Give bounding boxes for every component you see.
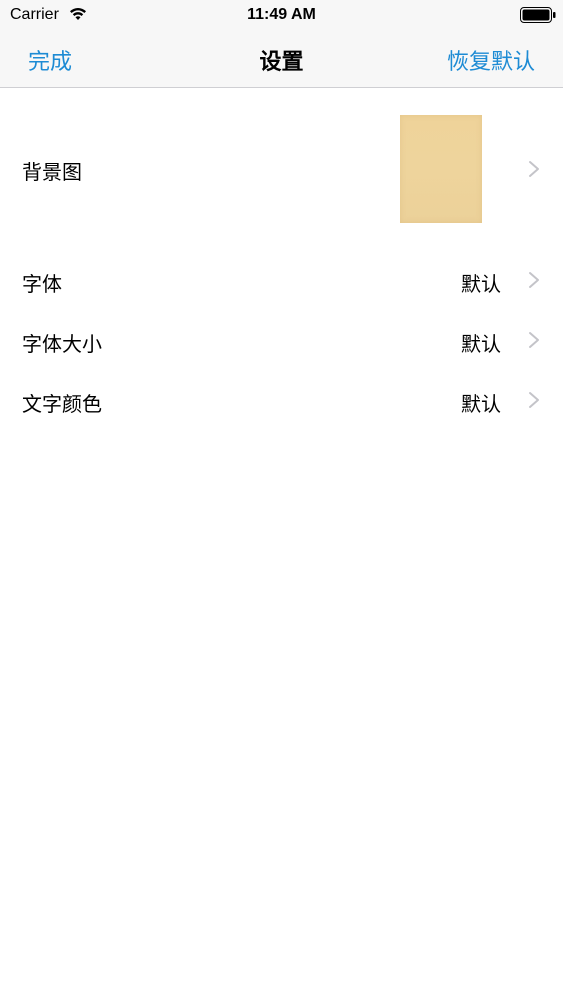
chevron-right-icon <box>529 161 539 177</box>
chevron-right-icon <box>529 272 539 288</box>
setting-value-text-color: 默认 <box>461 392 501 416</box>
setting-value-font: 默认 <box>461 272 501 296</box>
chevron-right-icon <box>529 392 539 408</box>
restore-defaults-button[interactable]: 恢复默认 <box>447 44 535 76</box>
setting-row-font-size[interactable]: 字体大小 默认 <box>0 310 563 370</box>
navigation-bar: 完成 设置 恢复默认 <box>0 30 563 88</box>
chevron-right-icon <box>529 332 539 348</box>
battery-icon <box>520 7 556 23</box>
setting-label-font-size: 字体大小 <box>22 332 102 356</box>
setting-label-font: 字体 <box>22 272 62 296</box>
background-preview-image <box>400 115 482 223</box>
setting-label-background: 背景图 <box>22 160 82 184</box>
status-bar: Carrier 11:49 AM <box>0 0 563 30</box>
clock: 11:49 AM <box>247 6 316 23</box>
setting-value-font-size: 默认 <box>461 332 501 356</box>
setting-label-text-color: 文字颜色 <box>22 392 102 416</box>
setting-row-font[interactable]: 字体 默认 <box>0 250 563 310</box>
setting-row-text-color[interactable]: 文字颜色 默认 <box>0 370 563 430</box>
